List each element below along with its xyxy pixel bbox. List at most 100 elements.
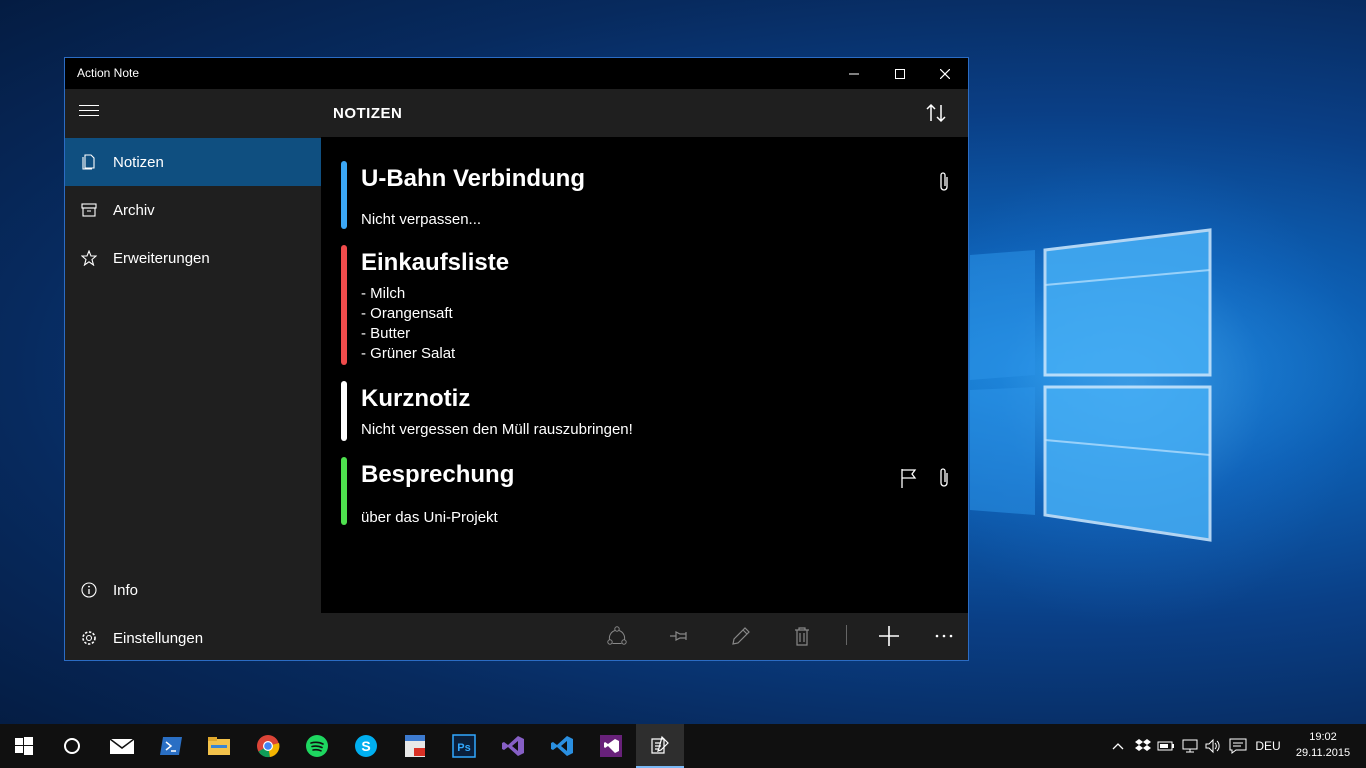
photoshop-icon: Ps — [452, 734, 476, 758]
command-bar-separator — [846, 625, 847, 645]
taskbar-mail[interactable] — [98, 724, 146, 768]
battery-icon — [1157, 741, 1174, 751]
tray-network[interactable] — [1179, 724, 1201, 768]
note-item[interactable]: Einkaufsliste - Milch - Orangensaft - Bu… — [341, 245, 951, 365]
show-hidden-icons-button[interactable] — [1108, 724, 1128, 768]
delete-icon — [795, 627, 809, 646]
note-color-bar — [341, 381, 347, 441]
tray-action-center[interactable] — [1227, 724, 1249, 768]
powershell-icon — [160, 737, 182, 755]
dropbox-icon — [1135, 739, 1151, 751]
taskbar-photoshop[interactable]: Ps — [440, 724, 488, 768]
page-header: NOTIZEN — [321, 89, 968, 137]
clock-date: 29.11.2015 — [1295, 747, 1351, 759]
note-body: Nicht vergessen den Müll rauszubringen! — [361, 421, 633, 438]
taskbar: S Ps DEU 19:02 29.11.2015 — [0, 724, 1366, 768]
taskbar-powershell[interactable] — [147, 724, 195, 768]
close-icon — [940, 68, 950, 79]
note-item[interactable]: Kurznotiz Nicht vergessen den Müll rausz… — [341, 381, 951, 443]
sidebar-item-archiv[interactable]: Archiv — [65, 186, 321, 234]
cortana-button[interactable] — [48, 724, 96, 768]
network-icon — [1182, 739, 1198, 753]
more-icon — [935, 634, 953, 638]
visual-studio-icon — [502, 736, 524, 756]
start-icon — [15, 737, 33, 755]
taskbar-file-explorer[interactable] — [195, 724, 243, 768]
minimize-button[interactable] — [831, 58, 877, 89]
tray-battery[interactable] — [1155, 724, 1177, 768]
pin-button[interactable] — [666, 623, 692, 649]
note-color-bar — [341, 245, 347, 365]
taskbar-visual-studio[interactable] — [489, 724, 537, 768]
note-item[interactable]: Besprechung über das Uni-Projekt — [341, 457, 951, 527]
title-bar[interactable]: Action Note — [65, 58, 968, 89]
star-icon — [65, 234, 113, 282]
close-button[interactable] — [922, 58, 968, 89]
taskbar-pdf-app[interactable] — [391, 724, 439, 768]
maximize-icon — [895, 68, 905, 79]
taskbar-spotify[interactable] — [293, 724, 341, 768]
archive-icon — [65, 186, 113, 234]
taskbar-action-note[interactable] — [636, 724, 684, 768]
taskbar-skype[interactable]: S — [342, 724, 390, 768]
spotify-icon — [306, 735, 328, 757]
gear-icon — [65, 614, 113, 662]
note-color-bar — [341, 457, 347, 525]
windows-logo-wallpaper — [970, 228, 1212, 542]
svg-text:S: S — [361, 738, 370, 754]
taskbar-visual-studio-preview[interactable] — [587, 724, 635, 768]
hamburger-menu-icon[interactable] — [79, 105, 99, 121]
sidebar-item-label: Notizen — [113, 153, 164, 171]
visual-studio-preview-icon — [600, 735, 622, 757]
delete-button[interactable] — [789, 623, 815, 649]
info-icon — [65, 566, 113, 614]
skype-icon: S — [355, 735, 377, 757]
share-button[interactable] — [604, 623, 630, 649]
add-icon — [879, 626, 899, 646]
edit-icon — [732, 627, 750, 645]
sidebar-item-notizen[interactable]: Notizen — [65, 138, 321, 186]
navigation-pane: Notizen Archiv Erweiterungen Info Einste… — [65, 89, 321, 660]
tray-dropbox[interactable] — [1132, 724, 1154, 768]
command-bar — [321, 613, 968, 660]
sort-icon[interactable] — [924, 101, 948, 125]
cortana-icon — [64, 738, 80, 754]
taskbar-clock[interactable]: 19:02 29.11.2015 — [1290, 729, 1356, 761]
edit-button[interactable] — [728, 623, 754, 649]
window-title: Action Note — [77, 66, 140, 80]
sidebar-item-label: Einstellungen — [113, 629, 204, 647]
tray-volume[interactable] — [1202, 724, 1224, 768]
note-title: Einkaufsliste — [361, 249, 510, 276]
start-button[interactable] — [0, 724, 48, 768]
attachment-icon[interactable] — [937, 171, 951, 193]
note-body: - Milch - Orangensaft - Butter - Grüner … — [361, 285, 456, 362]
note-item[interactable]: U-Bahn Verbindung Nicht verpassen... — [341, 161, 951, 231]
note-title: Kurznotiz — [361, 385, 471, 412]
note-body: über das Uni-Projekt — [361, 509, 498, 526]
sidebar-item-info[interactable]: Info — [65, 566, 321, 614]
taskbar-chrome[interactable] — [244, 724, 292, 768]
note-color-bar — [341, 161, 347, 229]
taskbar-vscode[interactable] — [538, 724, 586, 768]
app-window: Action Note Notizen Archiv Erweiterungen… — [64, 57, 969, 661]
action-center-icon — [1229, 738, 1247, 754]
maximize-button[interactable] — [877, 58, 923, 89]
attachment-icon[interactable] — [937, 467, 951, 489]
action-note-icon — [651, 735, 669, 754]
note-body: Nicht verpassen... — [361, 211, 482, 228]
flag-icon[interactable] — [899, 467, 919, 489]
notes-icon — [65, 138, 113, 186]
page-title: NOTIZEN — [333, 105, 403, 122]
pin-icon — [670, 631, 687, 641]
chevron-up-icon — [1112, 743, 1124, 750]
chrome-icon — [257, 735, 280, 758]
sidebar-item-label: Info — [113, 581, 139, 599]
file-explorer-icon — [208, 737, 230, 755]
more-button[interactable] — [931, 623, 957, 649]
add-button[interactable] — [876, 623, 902, 649]
sidebar-item-erweiterungen[interactable]: Erweiterungen — [65, 234, 321, 282]
input-language[interactable]: DEU — [1252, 724, 1284, 768]
note-title: Besprechung — [361, 461, 515, 488]
sidebar-item-einstellungen[interactable]: Einstellungen — [65, 614, 321, 662]
mail-icon — [109, 738, 135, 754]
